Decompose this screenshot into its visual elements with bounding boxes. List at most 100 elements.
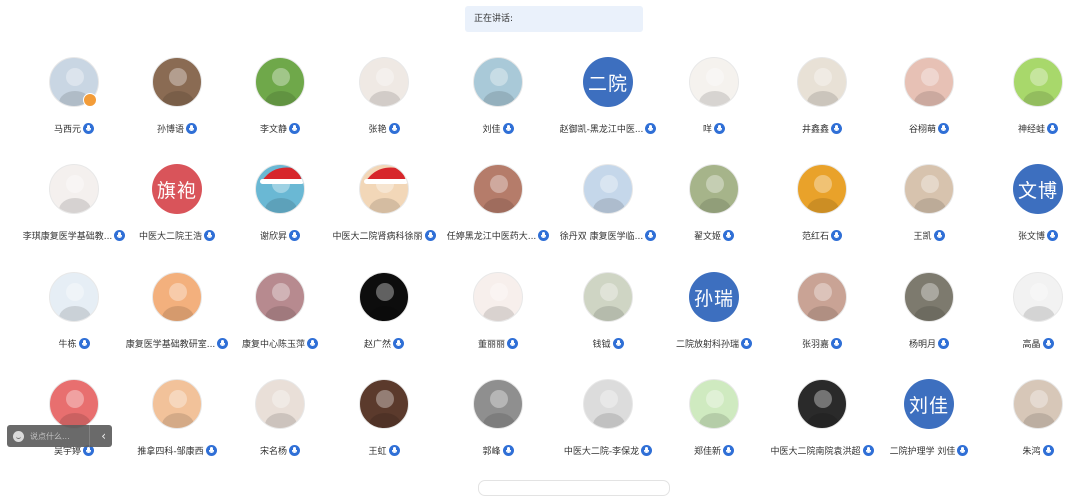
avatar (359, 57, 409, 107)
participant-tile[interactable]: 朱鸿 (985, 379, 1080, 469)
participant-name-row: 牛栋 (21, 336, 127, 350)
participant-name: 王虹 (368, 446, 387, 457)
avatar (473, 379, 523, 429)
participant-tile[interactable]: 郑佳新 (661, 379, 767, 469)
avatar-photo-icon (593, 390, 625, 428)
avatar (49, 272, 99, 322)
participant-tile[interactable]: 翟文姬 (661, 164, 767, 254)
participant-tile[interactable]: 赵广然 (331, 272, 437, 362)
participant-name-row: 张文博 (985, 228, 1080, 242)
host-badge-icon (83, 93, 97, 107)
participant-name: 郭峰 (482, 446, 501, 457)
participant-tile[interactable]: 孙瑞 二院放射科孙瑞 (661, 272, 767, 362)
participant-tile[interactable]: 神经蛙 (985, 57, 1080, 147)
avatar-photo-icon (162, 68, 194, 106)
participant-tile[interactable]: 宋名杨 (227, 379, 333, 469)
participant-tile[interactable]: 二院 赵御凯-黑龙江中医... (555, 57, 661, 147)
participant-tile[interactable]: 牛栋 (21, 272, 127, 362)
participant-tile[interactable]: 谢欣昇 (227, 164, 333, 254)
participant-name-row: 赵御凯-黑龙江中医... (555, 121, 661, 135)
collapse-chevron-icon[interactable]: ‹ (89, 425, 106, 447)
participant-name: 孙博语 (156, 124, 184, 135)
mic-muted-icon (938, 122, 949, 134)
participant-tile[interactable]: 谷栩萌 (876, 57, 982, 147)
participant-tile[interactable]: 刘佳 (445, 57, 551, 147)
participant-tile[interactable]: 张艳 (331, 57, 437, 147)
participant-tile[interactable]: 马西元 (21, 57, 127, 147)
participant-name-row: 井鑫鑫 (769, 121, 875, 135)
participant-tile[interactable]: 王虹 (331, 379, 437, 469)
avatar-photo-icon (162, 283, 194, 321)
participant-name-row: 中医大二院王浩 (124, 228, 230, 242)
participant-tile[interactable]: 王凯 (876, 164, 982, 254)
avatar (255, 57, 305, 107)
participant-name-row: 二院放射科孙瑞 (661, 336, 767, 350)
participant-name: 谷栩萌 (908, 124, 936, 135)
avatar (1013, 272, 1063, 322)
avatar (797, 272, 847, 322)
participant-tile[interactable]: 旗袍 中医大二院王浩 (124, 164, 230, 254)
mic-muted-icon (831, 229, 842, 241)
avatar-photo-icon (807, 68, 839, 106)
participant-name-row: 中医大二院南院袁洪超 (769, 443, 875, 457)
mic-muted-icon (862, 444, 874, 456)
participant-tile[interactable]: 杨明月 (876, 272, 982, 362)
bottom-toolbar-pill[interactable] (478, 480, 670, 496)
avatar-photo-icon (914, 68, 946, 106)
participant-name-row: 马西元 (21, 121, 127, 135)
participant-tile[interactable]: 中医大二院-李保龙 (555, 379, 661, 469)
chat-input-bar[interactable]: 说点什么... ‹ (7, 425, 112, 447)
participant-tile[interactable]: 刘佳 二院护理学 刘佳 (876, 379, 982, 469)
participant-tile[interactable]: 推拿四科-邹康西 (124, 379, 230, 469)
avatar-photo-icon (483, 175, 515, 213)
participant-name-row: 谷栩萌 (876, 121, 982, 135)
mic-muted-icon (507, 337, 518, 349)
participant-name: 王凯 (913, 231, 932, 242)
participant-name-row: 神经蛙 (985, 121, 1080, 135)
avatar-photo-icon (59, 283, 91, 321)
santa-hat-icon (260, 166, 304, 184)
participant-tile[interactable]: 康复中心陈玉萍 (227, 272, 333, 362)
participant-tile[interactable]: 李文静 (227, 57, 333, 147)
participant-tile[interactable]: 董丽丽 (445, 272, 551, 362)
participant-name: 李文静 (259, 124, 287, 135)
participant-tile[interactable]: 任婷黑龙江中医药大... (445, 164, 551, 254)
participant-name: 推拿四科-邹康西 (137, 446, 204, 457)
mic-muted-icon (741, 337, 752, 349)
participant-tile[interactable]: 中医大二院肾病科徐丽 (331, 164, 437, 254)
participant-tile[interactable]: 李琪康复医学基础教... (21, 164, 127, 254)
emoji-icon[interactable] (13, 430, 24, 442)
participant-tile[interactable]: 郭峰 (445, 379, 551, 469)
participant-name-row: 范红石 (769, 228, 875, 242)
chat-placeholder[interactable]: 说点什么... (30, 431, 83, 442)
participant-name-row: 推拿四科-邹康西 (124, 443, 230, 457)
participant-name-row: 徐丹双 康复医学临... (555, 228, 661, 242)
participant-tile[interactable]: 范红石 (769, 164, 875, 254)
participant-tile[interactable]: 文博 张文博 (985, 164, 1080, 254)
participant-name: 刘佳 (482, 124, 501, 135)
participant-tile[interactable]: 中医大二院南院袁洪超 (769, 379, 875, 469)
participant-tile[interactable]: 吴宇婷 (21, 379, 127, 469)
mic-muted-icon (723, 229, 734, 241)
mic-muted-icon (612, 337, 624, 349)
participant-name: 赵御凯-黑龙江中医... (559, 124, 644, 135)
participant-tile[interactable]: 徐丹双 康复医学临... (555, 164, 661, 254)
participant-name: 张文博 (1017, 231, 1045, 242)
participant-tile[interactable]: 孙博语 (124, 57, 230, 147)
avatar-photo-icon (593, 175, 625, 213)
avatar-photo-icon (1023, 390, 1055, 428)
avatar-photo-icon (699, 390, 731, 428)
mic-muted-icon (1042, 337, 1054, 349)
avatar-photo-icon (369, 390, 401, 428)
mic-muted-icon (388, 444, 400, 456)
participant-name: 高晶 (1022, 339, 1041, 350)
avatar-text: 刘佳 (908, 394, 949, 417)
participant-tile[interactable]: 咩 (661, 57, 767, 147)
participant-name: 赵广然 (363, 339, 391, 350)
participant-tile[interactable]: 钱钺 (555, 272, 661, 362)
participant-tile[interactable]: 井鑫鑫 (769, 57, 875, 147)
participant-tile[interactable]: 康复医学基础教研室... (124, 272, 230, 362)
participant-tile[interactable]: 高晶 (985, 272, 1080, 362)
participant-tile[interactable]: 张羽嘉 (769, 272, 875, 362)
mic-muted-icon (831, 337, 842, 349)
